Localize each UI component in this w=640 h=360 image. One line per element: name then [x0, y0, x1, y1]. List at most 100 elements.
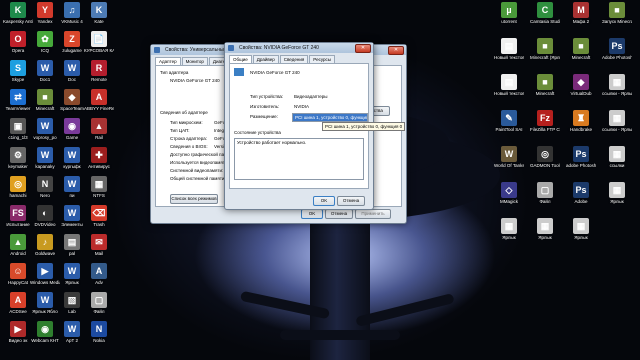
desktop-icon-right-16[interactable]: W World Of Tanks — [494, 146, 524, 168]
desktop-icon-left-25[interactable]: N Nero — [30, 176, 60, 198]
desktop-icon-right-26[interactable]: ▦ Ярлык — [566, 218, 596, 240]
desktop-icon-left-31[interactable]: ⌫ Trash — [84, 205, 114, 227]
desktop-icon-left-43[interactable]: ▢ Файл — [84, 292, 114, 314]
list-modes-button[interactable]: Список всех режимов — [170, 194, 218, 204]
desktop-icon-left-24[interactable]: ◎ hamachi — [3, 176, 33, 198]
desktop-icon-left-10[interactable]: W Doc — [57, 60, 87, 82]
desktop-icon-left-27[interactable]: ▦ NTFS — [84, 176, 114, 198]
ok-button[interactable]: OK — [313, 196, 335, 206]
desktop-icon-right-0[interactable]: µ utorrent — [494, 2, 524, 24]
desktop-icon-right-4[interactable]: ▤Новый текстовый — [494, 38, 524, 60]
desktop-icon-right-14[interactable]: ♜ Handbrake — [566, 110, 596, 132]
desktop-icon-left-44[interactable]: ▶ Видео эк — [3, 321, 33, 343]
app-icon: 📄 — [91, 31, 107, 47]
app-icon: Ps — [573, 146, 589, 162]
desktop-icon-right-23[interactable]: ▦ Ярлык — [602, 182, 632, 204]
desktop-icon-left-21[interactable]: Wkapanaky — [30, 147, 60, 169]
desktop-icon-left-2[interactable]: ♫ VKMusic 4 — [57, 2, 87, 24]
ok-button[interactable]: OK — [301, 209, 323, 219]
desktop-icon-right-13[interactable]: FzFileZilla FTP Client — [530, 110, 560, 132]
desktop-icon-right-18[interactable]: Ps adobe Photosh — [566, 146, 596, 168]
desktop-icon-left-5[interactable]: ✿ ICQ — [30, 31, 60, 53]
desktop-icon-left-26[interactable]: Wпи — [57, 176, 87, 198]
close-button[interactable]: ✕ — [355, 44, 371, 53]
desktop-icon-left-17[interactable]: Wvoprosy_po — [30, 118, 60, 140]
desktop-icon-left-1[interactable]: Y Yandex — [30, 2, 60, 24]
cancel-button[interactable]: Отмена — [325, 209, 353, 219]
desktop-icon-right-10[interactable]: ◆ VirtualDub — [566, 74, 596, 96]
tab-resources[interactable]: Ресурсы — [309, 55, 336, 63]
desktop-icon-left-45[interactable]: ◉ Webcam КНТ — [30, 321, 60, 343]
app-icon: ♪ — [37, 234, 53, 250]
desktop-icon-right-3[interactable]: ■Запуск Minecraft — [602, 2, 632, 24]
desktop-icon-left-23[interactable]: ✚ Антивирус — [84, 147, 114, 169]
tab-driver[interactable]: Драйвер — [252, 55, 279, 63]
desktop-icon-left-22[interactable]: Wкургыфк — [57, 147, 87, 169]
tab-adapter[interactable]: Адаптер — [155, 57, 181, 65]
desktop-icon-right-17[interactable]: ◎GADMON Tools Lite — [530, 146, 560, 168]
desktop-icon-label: Adobe — [574, 199, 588, 204]
desktop-icon-left-4[interactable]: O Opera — [3, 31, 33, 53]
desktop-icon-left-3[interactable]: K Kate — [84, 2, 114, 24]
tab-strip: Общие Драйвер Сведения Ресурсы — [225, 53, 373, 63]
desktop-icon-left-15[interactable]: AABBYY FineReader — [84, 89, 114, 111]
desktop-icon-right-12[interactable]: ✎ PaintTool SAI — [494, 110, 524, 132]
desktop-icon-left-7[interactable]: 📄КУРСОВАЯ КАРПОВА — [84, 31, 114, 53]
desktop-icon-right-9[interactable]: ■ Minecraft — [530, 74, 560, 96]
tab-general[interactable]: Общие — [229, 55, 252, 63]
desktop-icon-right-21[interactable]: ▢ Файл — [530, 182, 560, 204]
app-icon: M — [573, 2, 589, 18]
desktop-icon-left-11[interactable]: R Remote — [84, 60, 114, 82]
desktop-icon-right-11[interactable]: ▦ ссылки - Ярлык — [602, 74, 632, 96]
status-textbox[interactable]: Устройство работает нормально. — [234, 138, 364, 180]
desktop-icon-left-6[interactable]: Zzulugame — [57, 31, 87, 53]
desktop-icon-left-41[interactable]: W Ярлык Ябло — [30, 292, 60, 314]
desktop-icon-right-15[interactable]: ▦ссылки - Ярлык 5 — [602, 110, 632, 132]
close-button[interactable]: ✕ — [388, 46, 404, 55]
desktop-icon-left-9[interactable]: W Doc1 — [30, 60, 60, 82]
desktop-icon-left-33[interactable]: ♪ Goldwave — [30, 234, 60, 256]
desktop-icon-left-0[interactable]: KKaspersky Antivirus — [3, 2, 33, 24]
desktop-icon-left-38[interactable]: W Ярлык — [57, 263, 87, 285]
desktop-icon-left-35[interactable]: ✉ Mail — [84, 234, 114, 256]
app-icon: ■ — [37, 89, 53, 105]
desktop-icon-right-8[interactable]: ▤Новый текстовый — [494, 74, 524, 96]
apply-button[interactable]: Применить — [355, 209, 391, 219]
desktop-icon-right-24[interactable]: ▦ Ярлык — [494, 218, 524, 240]
desktop-icon-left-19[interactable]: ▲ Rail — [84, 118, 114, 140]
desktop-icon-right-7[interactable]: Ps Adobe Photosh — [602, 38, 632, 60]
desktop-icon-left-30[interactable]: W Элементы — [57, 205, 87, 227]
desktop-icon-left-40[interactable]: A ACDSee — [3, 292, 33, 314]
desktop-icon-left-29[interactable]: ◐ DVDVideo — [30, 205, 60, 227]
desktop-icon-left-13[interactable]: ■ Minecraft — [30, 89, 60, 111]
desktop-icon-right-5[interactable]: ■Minecraft (Ярлык) — [530, 38, 560, 60]
desktop-icon-right-6[interactable]: ■ Minecraft — [566, 38, 596, 60]
desktop-icon-left-16[interactable]: ▣ c1ing_1l3 — [3, 118, 33, 140]
desktop-icon-label: Opera — [11, 48, 25, 53]
desktop-icon-right-22[interactable]: Ps Adobe — [566, 182, 596, 204]
desktop-icon-right-1[interactable]: CCamtasia Studio 7 — [530, 2, 560, 24]
desktop-icon-left-8[interactable]: S Skype — [3, 60, 33, 82]
desktop-icon-left-28[interactable]: FS Испытание — [3, 205, 33, 227]
desktop-icon-left-18[interactable]: ◉ Game — [57, 118, 87, 140]
desktop-icon-right-25[interactable]: ▦ Ярлык — [530, 218, 560, 240]
cancel-button[interactable]: Отмена — [337, 196, 365, 206]
desktop-icon-left-36[interactable]: ☺ HappyCat — [3, 263, 33, 285]
desktop-icon-left-34[interactable]: ▤ pal — [57, 234, 87, 256]
desktop-icon-left-37[interactable]: ▶ Windows Media — [30, 263, 60, 285]
desktop-icon-left-39[interactable]: A Adv — [84, 263, 114, 285]
desktop-icon-left-47[interactable]: N Nokia — [84, 321, 114, 343]
desktop-icon-left-46[interactable]: W АрТ 2 — [57, 321, 87, 343]
desktop-icon-left-42[interactable]: ▧ Lab — [57, 292, 87, 314]
tab-details[interactable]: Сведения — [279, 55, 309, 63]
desktop-icon-left-32[interactable]: ▲ Android — [3, 234, 33, 256]
desktop-icon-right-2[interactable]: M Мафа 2 — [566, 2, 596, 24]
manufacturer-label: Изготовитель: — [250, 104, 280, 109]
desktop-icon-left-20[interactable]: ⚙ keymaker — [3, 147, 33, 169]
desktop-icon-left-12[interactable]: ⇄ TeamViewer — [3, 89, 33, 111]
tab-monitor[interactable]: Монитор — [181, 57, 208, 65]
desktop-icon-left-14[interactable]: ◆ SpaceTeam — [57, 89, 87, 111]
location-field[interactable]: PCI шина 1, устройство 0, функция 0 — [292, 113, 368, 122]
desktop-icon-right-19[interactable]: ▦ ссылки — [602, 146, 632, 168]
desktop-icon-right-20[interactable]: ◇ MMagick — [494, 182, 524, 204]
